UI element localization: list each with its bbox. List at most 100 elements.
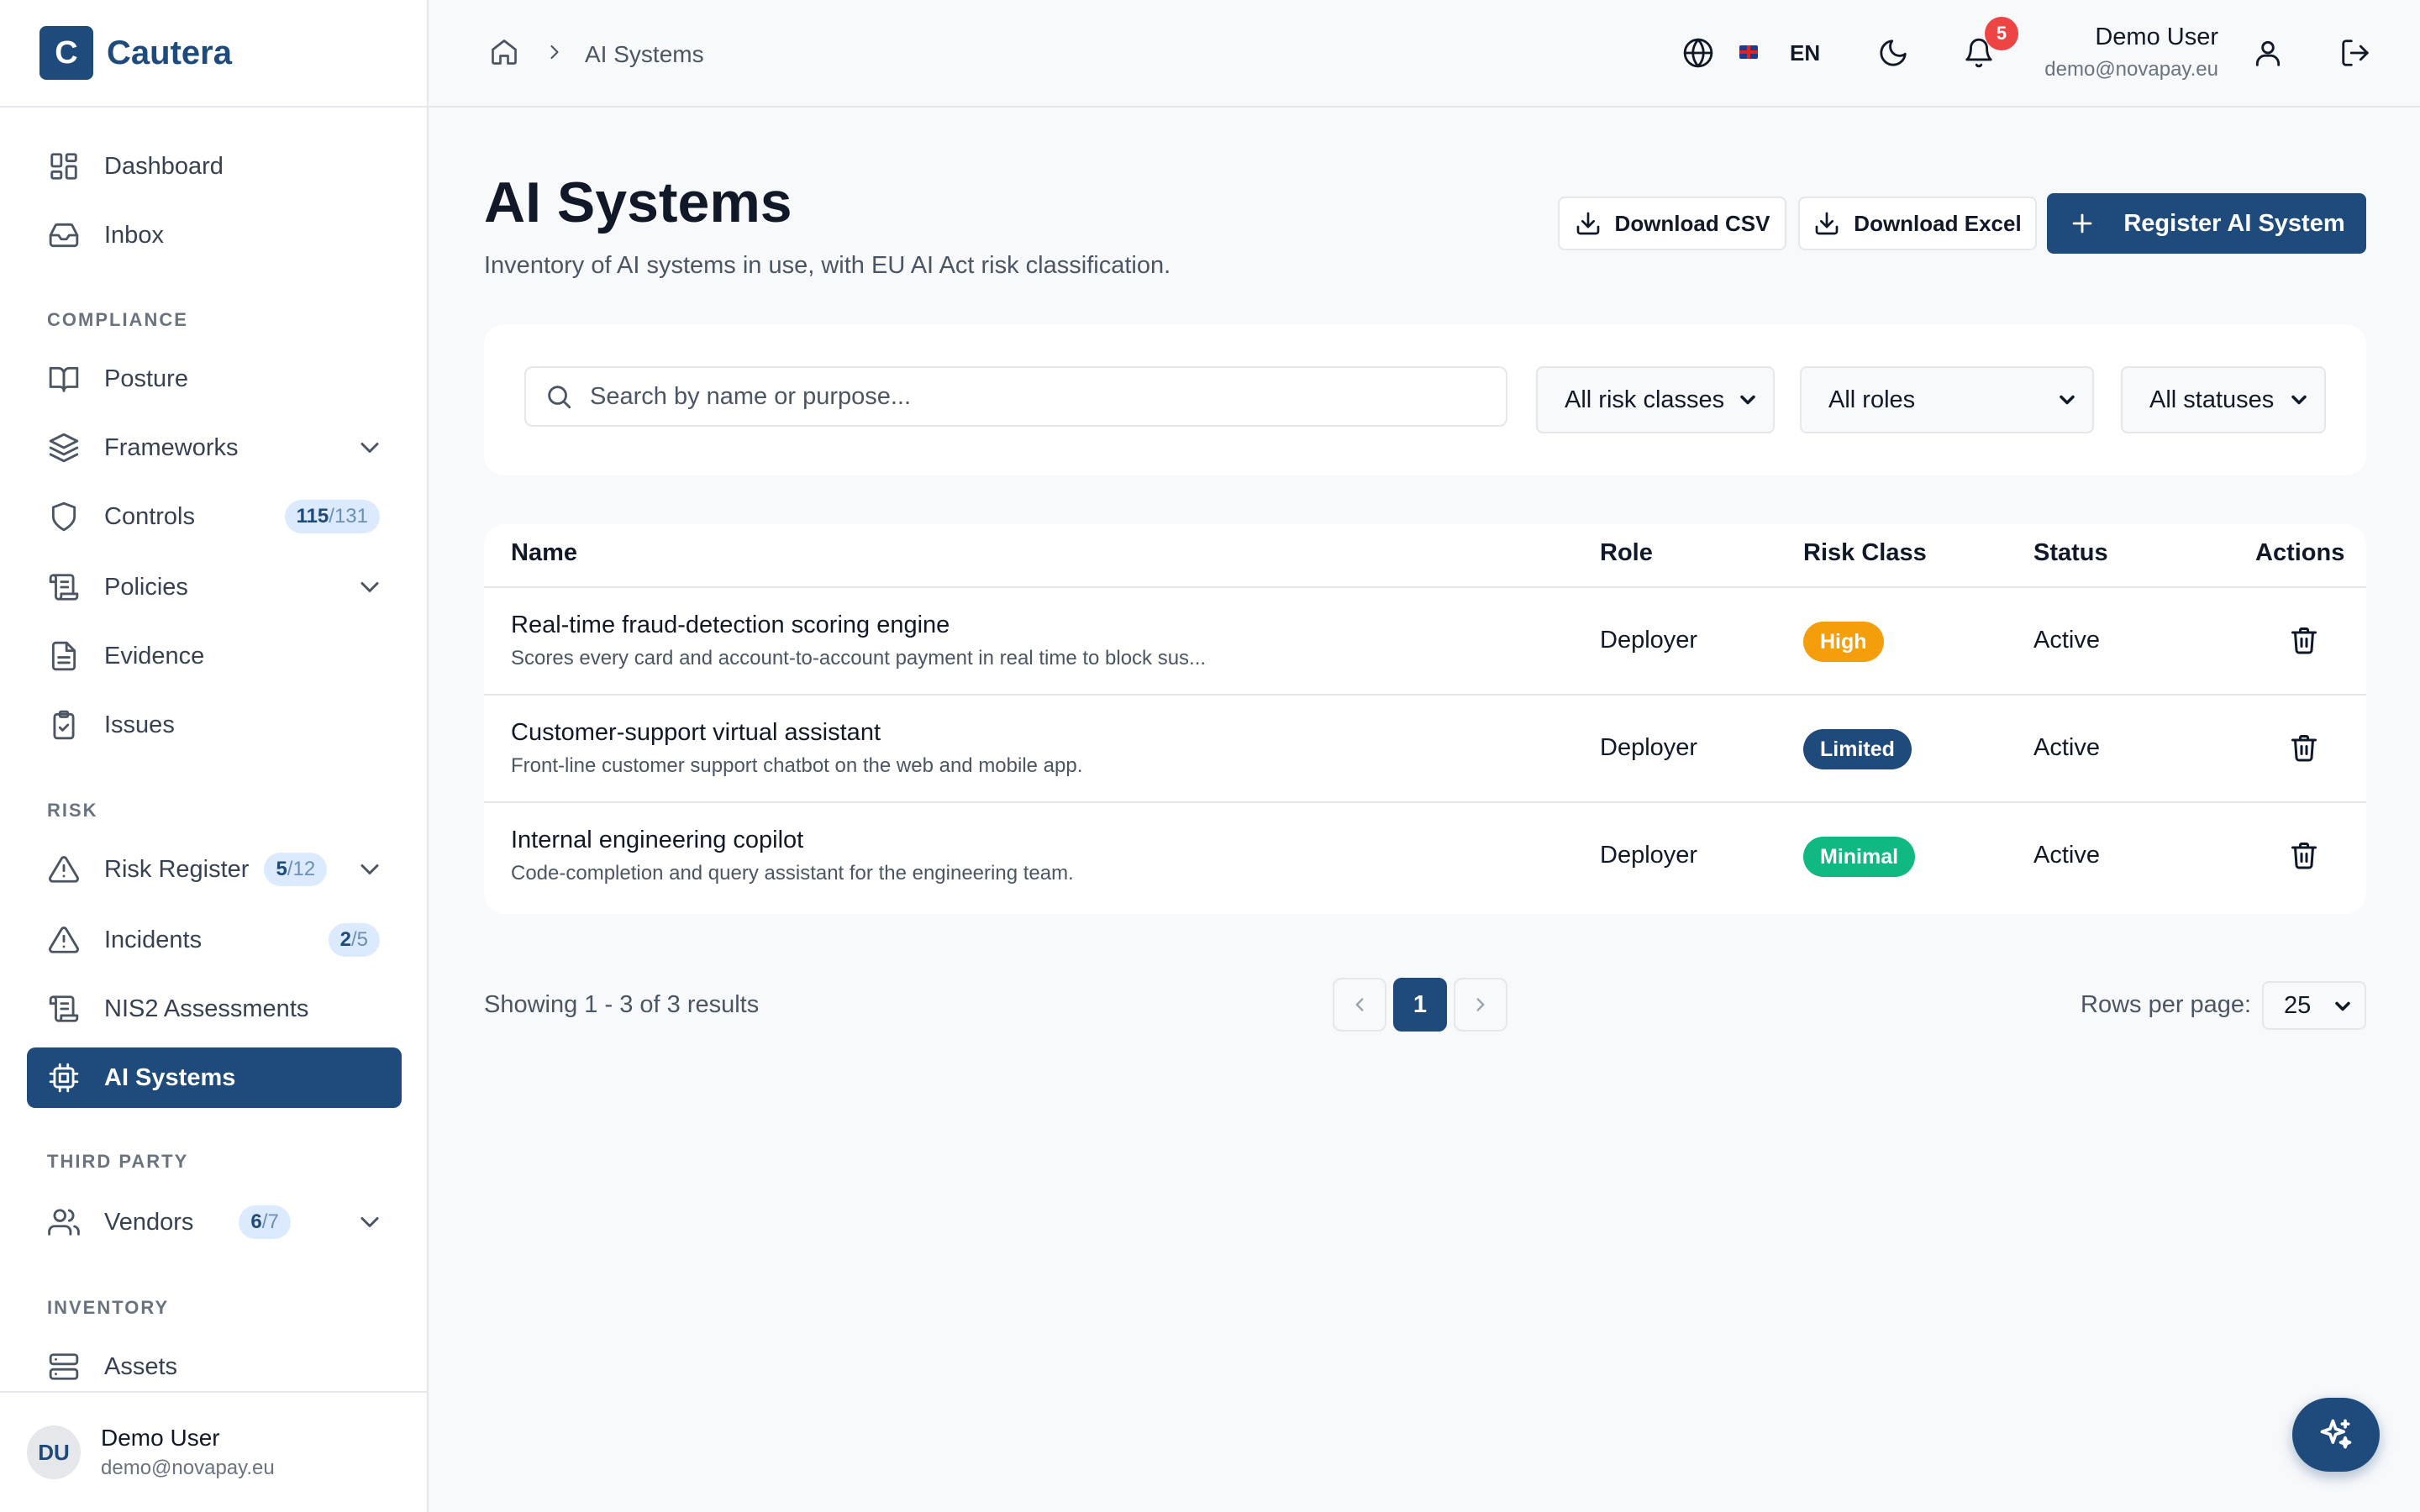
brand[interactable]: C Cautera (0, 0, 427, 108)
chevron-down-icon[interactable] (355, 854, 385, 885)
search-box[interactable] (524, 366, 1507, 427)
status-select-value: All statuses (2149, 386, 2275, 413)
badge-main: 115 (296, 505, 329, 528)
sidebar-item-inbox[interactable]: Inbox (27, 205, 402, 265)
risk-class-select[interactable]: All risk classes (1536, 366, 1775, 433)
table-row[interactable]: Real-time fraud-detection scoring engine… (484, 588, 2366, 696)
chevron-down-icon[interactable] (355, 433, 385, 463)
sidebar-item-label: AI Systems (104, 1063, 236, 1091)
role-select[interactable]: All roles (1800, 366, 2094, 433)
row-name[interactable]: Real-time fraud-detection scoring engine (511, 612, 950, 639)
table-row[interactable]: Internal engineering copilot Code-complet… (484, 803, 2366, 911)
uk-flag-icon[interactable] (1739, 45, 1758, 59)
column-header-status[interactable]: Status (2033, 539, 2108, 567)
sidebar-item-ai-systems[interactable]: AI Systems (27, 1047, 402, 1108)
search-input[interactable] (590, 382, 1472, 411)
users-icon (47, 1205, 81, 1239)
download-csv-label: Download CSV (1614, 210, 1770, 236)
scroll-icon (47, 570, 81, 604)
previous-page-button[interactable] (1333, 978, 1386, 1032)
sidebar-item-risk-register[interactable]: Risk Register 5/12 (27, 839, 402, 900)
vendors-count-badge: 6/7 (239, 1205, 291, 1239)
sidebar-user-card[interactable]: DU Demo User demo@novapay.eu (0, 1391, 427, 1512)
register-ai-system-button[interactable]: Register AI System (2047, 193, 2366, 254)
badge-main: 6 (250, 1210, 262, 1233)
row-status: Active (2033, 842, 2100, 869)
download-csv-button[interactable]: Download CSV (1558, 197, 1786, 250)
sidebar-item-label: Posture (104, 365, 188, 392)
rows-per-page-select[interactable]: 25 (2262, 981, 2366, 1030)
sidebar-item-policies[interactable]: Policies (27, 557, 402, 617)
sidebar-item-dashboard[interactable]: Dashboard (27, 136, 402, 197)
table-row[interactable]: Customer-support virtual assistant Front-… (484, 696, 2366, 803)
filter-card: All risk classes All roles All statuses (484, 324, 2366, 475)
row-description: Scores every card and account-to-account… (511, 647, 1207, 669)
sidebar-item-label: Issues (104, 711, 175, 738)
moon-icon[interactable] (1877, 37, 1911, 71)
notification-count-badge: 5 (1985, 17, 2018, 50)
section-label-inventory: INVENTORY (47, 1297, 170, 1318)
sidebar-item-issues[interactable]: Issues (27, 695, 402, 755)
sidebar-item-frameworks[interactable]: Frameworks (27, 417, 402, 478)
register-ai-system-label: Register AI System (2123, 209, 2345, 237)
row-name[interactable]: Customer-support virtual assistant (511, 719, 881, 747)
column-header-risk-class[interactable]: Risk Class (1803, 539, 1927, 567)
sidebar-item-label: Inbox (104, 221, 164, 249)
sidebar: C Cautera Dashboard Inbox COMPLIANCE Pos… (0, 0, 429, 1512)
sidebar-item-evidence[interactable]: Evidence (27, 626, 402, 686)
globe-icon[interactable] (1682, 37, 1716, 71)
warning-icon (47, 853, 81, 886)
risk-register-count-badge: 5/12 (264, 853, 328, 886)
sidebar-item-nis2-assessments[interactable]: NIS2 Assessments (27, 979, 402, 1039)
chevron-down-icon[interactable] (355, 572, 385, 602)
user-icon[interactable] (2252, 37, 2286, 71)
trash-icon[interactable] (2289, 625, 2323, 659)
sidebar-user-email: demo@novapay.eu (101, 1457, 275, 1479)
shield-icon (47, 500, 81, 533)
row-name[interactable]: Internal engineering copilot (511, 827, 803, 854)
book-icon (47, 362, 81, 396)
column-header-actions: Actions (2255, 539, 2345, 566)
cpu-icon (47, 1061, 81, 1095)
trash-icon[interactable] (2289, 840, 2323, 874)
sidebar-item-vendors[interactable]: Vendors 6/7 (27, 1192, 402, 1252)
brand-logo: C (39, 26, 93, 80)
sidebar-item-controls[interactable]: Controls 115/131 (27, 486, 402, 547)
language-selector[interactable]: EN (1790, 40, 1820, 66)
topbar-user[interactable]: Demo User demo@novapay.eu (2044, 24, 2218, 81)
trash-icon[interactable] (2289, 732, 2323, 766)
plus-icon (2073, 213, 2092, 234)
sidebar-item-incidents[interactable]: Incidents 2/5 (27, 910, 402, 970)
download-excel-button[interactable]: Download Excel (1798, 197, 2037, 250)
sidebar-item-label: Dashboard (104, 152, 224, 180)
row-status: Active (2033, 627, 2100, 654)
risk-class-badge: Limited (1803, 729, 1912, 769)
column-header-role[interactable]: Role (1600, 539, 1653, 567)
row-description: Front-line customer support chatbot on t… (511, 754, 1083, 777)
chevron-down-icon[interactable] (355, 1207, 385, 1237)
status-select[interactable]: All statuses (2121, 366, 2326, 433)
home-icon[interactable] (489, 37, 519, 71)
page-button-current[interactable]: 1 (1393, 978, 1447, 1032)
page-subtitle: Inventory of AI systems in use, with EU … (484, 252, 1171, 279)
chevron-right-icon (543, 40, 566, 68)
breadcrumb-current: AI Systems (585, 40, 704, 67)
clipboard-check-icon (47, 708, 81, 742)
sidebar-item-posture[interactable]: Posture (27, 349, 402, 409)
chevron-left-icon (1355, 998, 1364, 1011)
section-label-third-party: THIRD PARTY (47, 1151, 189, 1172)
section-label-compliance: COMPLIANCE (47, 309, 188, 330)
layers-icon (47, 431, 81, 465)
ai-assistant-button[interactable] (2292, 1398, 2380, 1472)
sidebar-item-assets[interactable]: Assets (27, 1336, 402, 1397)
pagination-summary: Showing 1 - 3 of 3 results (484, 991, 760, 1018)
ai-systems-table: Name Role Risk Class Status Actions Real… (484, 524, 2366, 914)
sidebar-item-label: NIS2 Assessments (104, 995, 309, 1022)
badge-sub: /12 (287, 858, 316, 880)
row-role: Deployer (1600, 734, 1698, 761)
logout-icon[interactable] (2339, 37, 2373, 71)
next-page-button[interactable] (1454, 978, 1507, 1032)
chevron-down-icon (2055, 388, 2079, 412)
badge-main: 5 (276, 858, 287, 880)
column-header-name[interactable]: Name (511, 539, 577, 567)
